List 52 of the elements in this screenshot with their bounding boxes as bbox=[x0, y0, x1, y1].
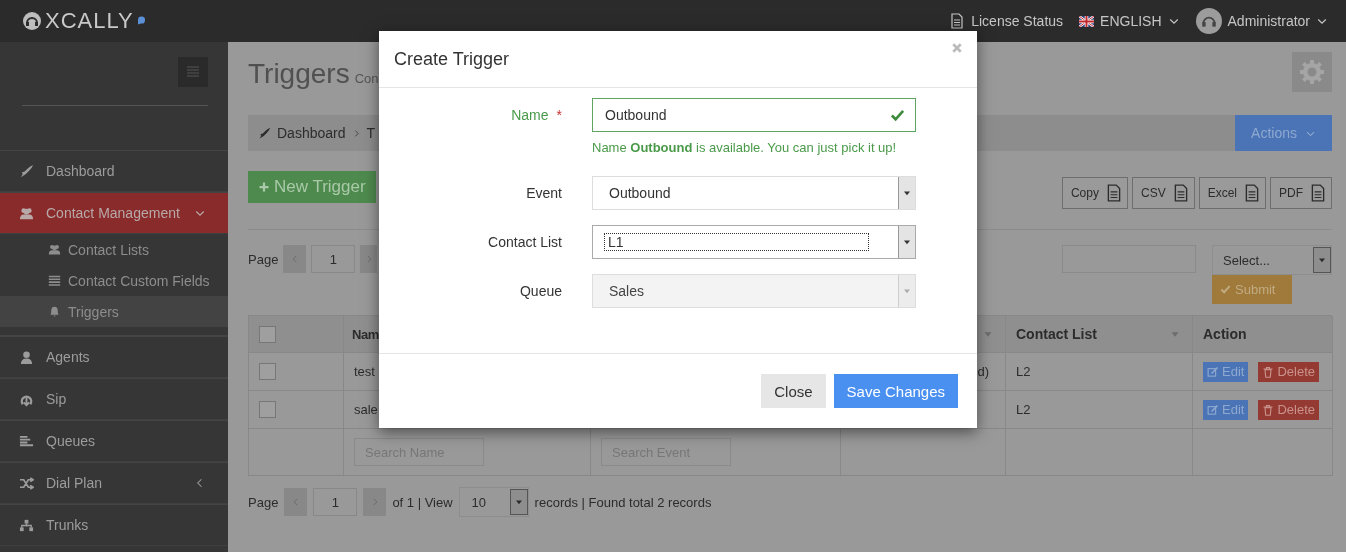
page-field[interactable]: 1 bbox=[311, 245, 356, 273]
sidebar-item[interactable]: Contact Management bbox=[0, 192, 228, 234]
table-cell: L2 bbox=[1016, 364, 1031, 379]
name-field[interactable]: Outbound bbox=[592, 98, 916, 132]
page-size-select[interactable]: 10 bbox=[458, 487, 529, 517]
sidebar-subitem[interactable]: Triggers bbox=[0, 296, 228, 327]
pager-label: Page bbox=[248, 251, 279, 267]
table-cell: test bbox=[354, 364, 375, 379]
export-button[interactable]: CSV bbox=[1131, 177, 1195, 209]
pager-text: of 1 | View bbox=[392, 494, 453, 510]
table-cell: sale bbox=[354, 402, 378, 417]
page-subtitle: Con bbox=[354, 71, 379, 86]
table-cell: L2 bbox=[1016, 402, 1031, 417]
select-field[interactable]: L1 bbox=[592, 225, 916, 259]
sidebar-item[interactable]: Sip bbox=[0, 378, 228, 420]
export-button[interactable]: Copy bbox=[1061, 177, 1128, 209]
sidebar-item[interactable]: Agents bbox=[0, 336, 228, 378]
delete-button[interactable]: Delete bbox=[1258, 361, 1319, 382]
field-label: Queue bbox=[519, 283, 562, 301]
filter-select[interactable]: Select... bbox=[1212, 245, 1332, 275]
required-mark: * bbox=[556, 107, 562, 125]
sidebar-item[interactable]: Queues bbox=[0, 420, 228, 462]
help-text: Name Outbound is available. You can just pick it up! bbox=[592, 140, 898, 155]
field-label: Event bbox=[526, 185, 562, 203]
sidebar-item[interactable]: Trunks bbox=[0, 504, 228, 546]
field-label: Name bbox=[511, 107, 549, 125]
new-trigger-button[interactable]: New Trigger bbox=[248, 171, 376, 203]
sidebar-subitem[interactable]: Contact Lists bbox=[0, 234, 228, 265]
logo-text: XCALLY bbox=[45, 8, 134, 34]
close-button[interactable]: Close bbox=[761, 374, 826, 408]
save-button[interactable]: Save Changes bbox=[833, 374, 958, 408]
pager-summary: records | Found total 2 records bbox=[534, 494, 712, 510]
column-header: Nam bbox=[352, 326, 379, 342]
page-field[interactable]: 1 bbox=[313, 488, 358, 516]
user-menu[interactable]: Administrator bbox=[1195, 8, 1328, 34]
sidebar-subitem[interactable]: Contact Custom Fields bbox=[0, 265, 228, 296]
breadcrumb-link[interactable]: Dashboard bbox=[277, 125, 346, 141]
select-field[interactable]: Outbound bbox=[592, 176, 916, 210]
export-button[interactable]: Excel bbox=[1198, 177, 1266, 209]
column-header: Contact List bbox=[1016, 326, 1097, 342]
column-header: Action bbox=[1203, 326, 1247, 342]
export-button[interactable]: PDF bbox=[1270, 177, 1332, 209]
field-label: Contact List bbox=[488, 234, 562, 252]
modal-title: Create Trigger bbox=[394, 48, 510, 70]
sidebar-item[interactable]: Dial Plan bbox=[0, 462, 228, 504]
pager-label: Page bbox=[248, 494, 279, 510]
page-title: Triggers bbox=[248, 58, 350, 90]
delete-button[interactable]: Delete bbox=[1258, 399, 1319, 420]
license-status-link[interactable]: License Status bbox=[949, 13, 1064, 29]
breadcrumb-item: T bbox=[366, 125, 376, 141]
table-cell: d) bbox=[977, 364, 989, 379]
language-menu[interactable]: ENGLISH bbox=[1079, 13, 1180, 29]
